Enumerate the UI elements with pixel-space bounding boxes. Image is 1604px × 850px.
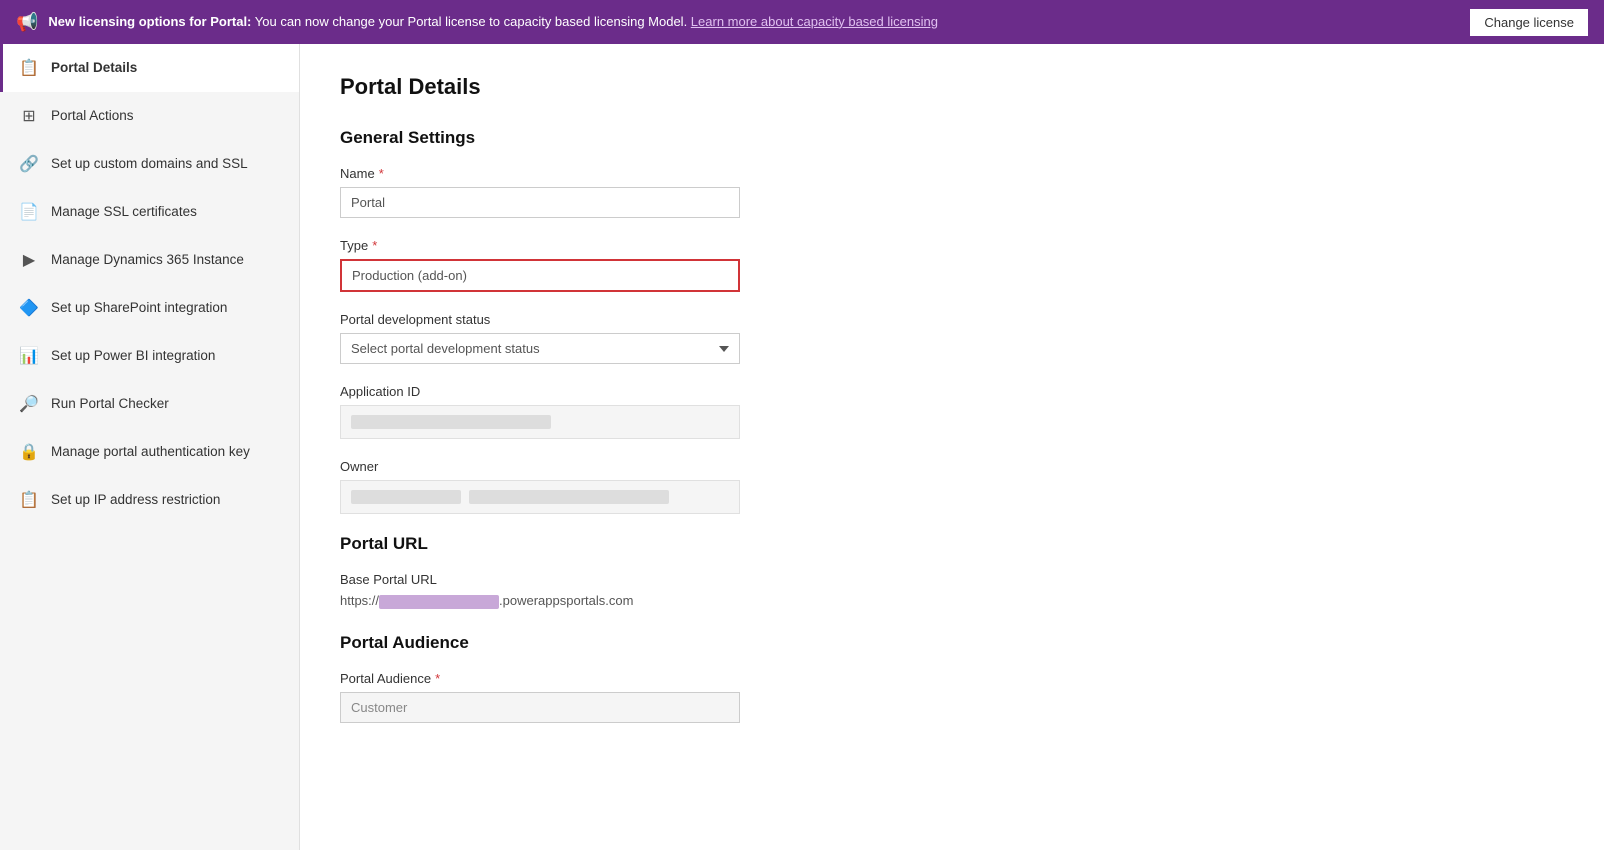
- sidebar-label-custom-domains: Set up custom domains and SSL: [51, 155, 248, 173]
- url-prefix: https://: [340, 593, 379, 608]
- portal-dev-status-field-group: Portal development status Select portal …: [340, 312, 1564, 364]
- portal-dev-status-select[interactable]: Select portal development status: [340, 333, 740, 364]
- sidebar-item-ssl-certs[interactable]: 📄 Manage SSL certificates: [0, 188, 299, 236]
- app-id-value: [340, 405, 740, 439]
- audience-label: Portal Audience *: [340, 671, 1564, 686]
- dynamics-icon: ▶: [19, 250, 39, 270]
- sidebar-item-portal-actions[interactable]: ⊞ Portal Actions: [0, 92, 299, 140]
- type-input[interactable]: [340, 259, 740, 292]
- sidebar-item-custom-domains[interactable]: 🔗 Set up custom domains and SSL: [0, 140, 299, 188]
- custom-domains-icon: 🔗: [19, 154, 39, 174]
- content-area: Portal Details General Settings Name * T…: [300, 44, 1604, 850]
- owner-redacted: [351, 490, 461, 504]
- portal-audience-title: Portal Audience: [340, 633, 1564, 653]
- learn-more-link[interactable]: Learn more about capacity based licensin…: [691, 14, 938, 29]
- app-id-redacted: [351, 415, 551, 429]
- ip-restriction-icon: 📋: [19, 490, 39, 510]
- licensing-banner: 📢 New licensing options for Portal: You …: [0, 0, 1604, 44]
- sidebar-label-sharepoint: Set up SharePoint integration: [51, 299, 227, 317]
- sidebar-item-portal-details[interactable]: 📋 Portal Details: [0, 44, 299, 92]
- sidebar-label-ip-restriction: Set up IP address restriction: [51, 491, 220, 509]
- general-settings-title: General Settings: [340, 128, 1564, 148]
- portal-url-section: Portal URL Base Portal URL https:// .powe…: [340, 534, 1564, 609]
- type-label: Type *: [340, 238, 1564, 253]
- sidebar-item-portal-checker[interactable]: 🔎 Run Portal Checker: [0, 380, 299, 428]
- sidebar-item-auth-key[interactable]: 🔒 Manage portal authentication key: [0, 428, 299, 476]
- sidebar-item-powerbi[interactable]: 📊 Set up Power BI integration: [0, 332, 299, 380]
- banner-text: New licensing options for Portal: You ca…: [48, 13, 1460, 31]
- type-required: *: [372, 238, 377, 253]
- sidebar-item-ip-restriction[interactable]: 📋 Set up IP address restriction: [0, 476, 299, 524]
- app-id-field-group: Application ID: [340, 384, 1564, 439]
- ssl-certs-icon: 📄: [19, 202, 39, 222]
- portal-url-title: Portal URL: [340, 534, 1564, 554]
- portal-audience-section: Portal Audience Portal Audience *: [340, 633, 1564, 723]
- sidebar-label-ssl-certs: Manage SSL certificates: [51, 203, 197, 221]
- sidebar-label-portal-actions: Portal Actions: [51, 107, 134, 125]
- auth-key-icon: 🔒: [19, 442, 39, 462]
- name-required: *: [379, 166, 384, 181]
- sidebar-label-powerbi: Set up Power BI integration: [51, 347, 215, 365]
- owner-field-group: Owner: [340, 459, 1564, 514]
- portal-details-icon: 📋: [19, 58, 39, 78]
- sidebar-label-portal-details: Portal Details: [51, 59, 137, 77]
- audience-input[interactable]: [340, 692, 740, 723]
- audience-required: *: [435, 671, 440, 686]
- name-field-group: Name *: [340, 166, 1564, 218]
- sidebar-label-dynamics-instance: Manage Dynamics 365 Instance: [51, 251, 244, 269]
- sidebar-label-portal-checker: Run Portal Checker: [51, 395, 169, 413]
- portal-audience-field-group: Portal Audience *: [340, 671, 1564, 723]
- sidebar-item-dynamics-instance[interactable]: ▶ Manage Dynamics 365 Instance: [0, 236, 299, 284]
- owner-label: Owner: [340, 459, 1564, 474]
- url-redacted: [379, 595, 499, 609]
- portal-dev-status-label: Portal development status: [340, 312, 1564, 327]
- powerbi-icon: 📊: [19, 346, 39, 366]
- main-layout: 📋 Portal Details ⊞ Portal Actions 🔗 Set …: [0, 44, 1604, 850]
- name-input[interactable]: [340, 187, 740, 218]
- url-suffix: .powerappsportals.com: [499, 593, 633, 608]
- owner-redacted-2: [469, 490, 669, 504]
- owner-value: [340, 480, 740, 514]
- sidebar-label-auth-key: Manage portal authentication key: [51, 443, 250, 461]
- page-title: Portal Details: [340, 74, 1564, 100]
- sharepoint-icon: 🔷: [19, 298, 39, 318]
- sidebar: 📋 Portal Details ⊞ Portal Actions 🔗 Set …: [0, 44, 300, 850]
- sidebar-item-sharepoint[interactable]: 🔷 Set up SharePoint integration: [0, 284, 299, 332]
- base-portal-url-value: https:// .powerappsportals.com: [340, 593, 1564, 609]
- app-id-label: Application ID: [340, 384, 1564, 399]
- name-label: Name *: [340, 166, 1564, 181]
- banner-icon: 📢: [16, 12, 38, 33]
- portal-checker-icon: 🔎: [19, 394, 39, 414]
- type-field-group: Type *: [340, 238, 1564, 292]
- portal-actions-icon: ⊞: [19, 106, 39, 126]
- base-portal-url-label: Base Portal URL: [340, 572, 1564, 587]
- change-license-button[interactable]: Change license: [1470, 9, 1588, 36]
